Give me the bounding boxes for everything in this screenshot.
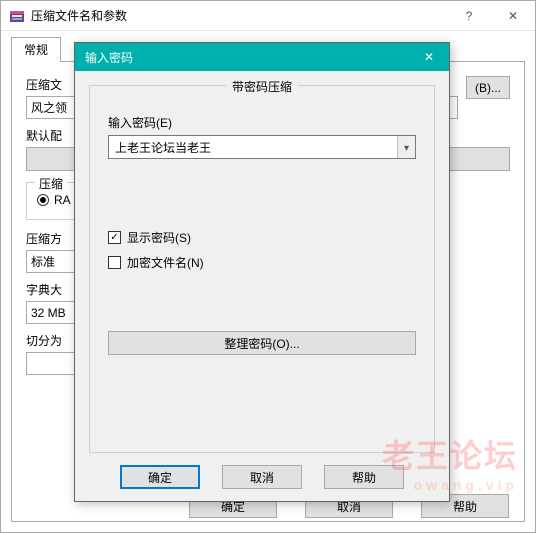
password-cancel-button[interactable]: 取消 <box>222 465 302 489</box>
show-password-label: 显示密码(S) <box>127 229 191 246</box>
browse-button[interactable]: (B)... <box>466 76 510 99</box>
enter-password-label: 输入密码(E) <box>108 114 416 131</box>
password-title: 输入密码 <box>85 49 409 66</box>
password-dropdown-button[interactable] <box>397 136 415 158</box>
show-password-checkbox[interactable]: ✓ 显示密码(S) <box>108 229 416 246</box>
organize-passwords-button[interactable]: 整理密码(O)... <box>108 331 416 355</box>
password-input-wrap <box>108 135 416 159</box>
password-titlebar: 输入密码 ✕ <box>75 43 449 71</box>
encrypt-names-checkbox[interactable]: 加密文件名(N) <box>108 254 416 271</box>
help-button[interactable]: ? <box>447 1 491 31</box>
password-legend: 带密码压缩 <box>90 78 434 95</box>
archive-name-value: 风之领 <box>31 99 67 116</box>
main-titlebar: 压缩文件名和参数 ? ✕ <box>1 1 535 31</box>
radio-icon <box>37 194 49 206</box>
method-value: 标准 <box>31 253 55 270</box>
password-input[interactable] <box>109 136 397 158</box>
app-icon <box>9 8 25 24</box>
password-help-button[interactable]: 帮助 <box>324 465 404 489</box>
password-groupbox: 带密码压缩 输入密码(E) ✓ 显示密码(S) 加密文件名(N) 整理密码(O)… <box>89 85 435 453</box>
password-close-button[interactable]: ✕ <box>409 43 449 71</box>
chevron-down-icon <box>404 140 409 154</box>
password-ok-button[interactable]: 确定 <box>120 465 200 489</box>
password-dialog: 输入密码 ✕ 带密码压缩 输入密码(E) ✓ 显示密码(S) 加密文件名(N) … <box>74 42 450 502</box>
main-title: 压缩文件名和参数 <box>31 7 447 24</box>
encrypt-names-label: 加密文件名(N) <box>127 254 204 271</box>
format-legend: 压缩 <box>35 175 67 192</box>
password-button-row: 确定 取消 帮助 <box>89 453 435 489</box>
tab-general[interactable]: 常规 <box>11 37 61 62</box>
checkbox-icon: ✓ <box>108 231 121 244</box>
checkbox-icon <box>108 256 121 269</box>
main-close-button[interactable]: ✕ <box>491 1 535 31</box>
dict-value: 32 MB <box>31 306 66 320</box>
format-rar-label: RA <box>54 193 71 207</box>
password-body: 带密码压缩 输入密码(E) ✓ 显示密码(S) 加密文件名(N) 整理密码(O)… <box>75 71 449 501</box>
